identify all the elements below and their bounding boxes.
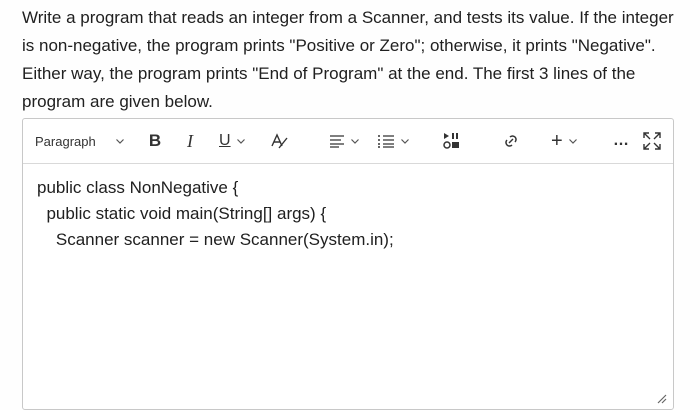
insert-link-button[interactable]	[501, 119, 521, 163]
text-color-button[interactable]	[269, 119, 289, 163]
align-dropdown[interactable]	[329, 119, 359, 163]
insert-media-button[interactable]	[443, 119, 461, 163]
code-line: Scanner scanner = new Scanner(System.in)…	[37, 230, 394, 249]
italic-button[interactable]: I	[183, 119, 197, 163]
code-line: public static void main(String[] args) {	[37, 204, 327, 223]
list-dropdown[interactable]	[377, 119, 409, 163]
add-button[interactable]: +	[551, 119, 577, 163]
chevron-down-icon	[568, 138, 577, 144]
editor-content[interactable]: public class NonNegative { public static…	[37, 175, 659, 253]
chevron-down-icon	[351, 138, 359, 144]
text-color-icon	[271, 133, 288, 149]
chevron-down-icon	[401, 138, 409, 144]
more-icon[interactable]: …	[613, 119, 629, 163]
editor-toolbar: Paragraph B I U + …	[23, 119, 673, 164]
fullscreen-button[interactable]	[643, 119, 661, 163]
chevron-down-icon	[236, 138, 245, 144]
rich-text-editor[interactable]: Paragraph B I U + … public class NonNega…	[22, 118, 674, 410]
list-icon	[378, 135, 394, 148]
paragraph-format-label: Paragraph	[35, 133, 96, 149]
question-text: Write a program that reads an integer fr…	[22, 8, 674, 111]
bold-button[interactable]: B	[146, 119, 164, 163]
expand-icon	[643, 132, 661, 150]
code-line: public class NonNegative {	[37, 178, 239, 197]
underline-button[interactable]: U	[219, 119, 245, 163]
plus-icon: +	[551, 129, 563, 152]
resize-handle-icon[interactable]	[655, 392, 667, 404]
link-icon	[505, 135, 517, 147]
chevron-down-icon	[115, 138, 124, 144]
align-icon	[330, 135, 344, 148]
paragraph-format-dropdown[interactable]: Paragraph	[35, 119, 124, 163]
underline-label: U	[219, 132, 231, 149]
media-icon	[443, 133, 459, 149]
